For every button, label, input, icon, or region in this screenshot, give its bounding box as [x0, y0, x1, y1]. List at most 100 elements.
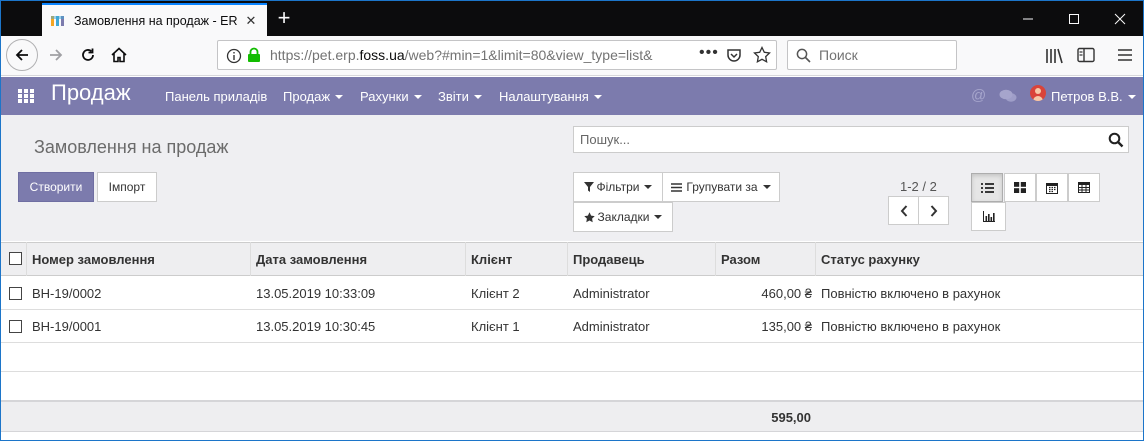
filters-button[interactable]: Фільтри [573, 172, 663, 202]
navigation-bar: https://pet.erp.foss.ua/web?#min=1&limit… [1, 36, 1143, 76]
row-checkbox[interactable] [9, 320, 22, 333]
browser-tab[interactable]: Замовлення на продаж - ERP ✕ [42, 3, 267, 36]
column-header-invoice-status[interactable]: Статус рахунку [821, 252, 920, 267]
menu-invoices-label: Рахунки [360, 89, 409, 104]
cell-order-number: ВН-19/0002 [32, 286, 102, 301]
column-divider [26, 242, 27, 276]
tab-title: Замовлення на продаж - ERP [74, 13, 237, 28]
favorites-button[interactable]: Закладки [573, 202, 673, 232]
column-divider [465, 242, 466, 276]
menu-settings[interactable]: Налаштування [499, 89, 602, 104]
user-menu[interactable]: Петров В.В. [1051, 89, 1136, 104]
kanban-view-icon [1014, 182, 1026, 193]
cell-order-date: 13.05.2019 10:33:09 [256, 286, 376, 301]
cell-total: 460,00 ₴ [761, 286, 812, 301]
import-button[interactable]: Імпорт [97, 172, 157, 202]
pager-previous-button[interactable] [888, 196, 919, 225]
search-input[interactable]: Пошук... [573, 126, 1129, 153]
sum-total: 595,00 [771, 410, 811, 425]
url-text: https://pet.erp.foss.ua/web?#min=1&limit… [270, 47, 653, 63]
library-icon[interactable] [1046, 48, 1064, 64]
column-header-seller[interactable]: Продавець [573, 252, 645, 267]
user-name: Петров В.В. [1051, 89, 1123, 104]
cell-client: Клієнт 2 [471, 286, 520, 301]
column-header-order-date[interactable]: Дата замовлення [256, 252, 367, 267]
new-tab-icon[interactable]: + [271, 5, 297, 31]
column-header-order-number[interactable]: Номер замовлення [32, 252, 155, 267]
cell-invoice-status: Повністю включено в рахунок [821, 319, 1001, 334]
caret-down-icon [654, 215, 663, 219]
apps-grid-icon[interactable] [18, 89, 34, 103]
select-all-checkbox[interactable] [9, 252, 22, 265]
column-divider [250, 242, 251, 276]
tab-strip: Замовлення на продаж - ERP ✕ + [1, 1, 1143, 36]
pocket-icon[interactable] [726, 47, 742, 63]
column-header-client[interactable]: Клієнт [471, 252, 512, 267]
browser-search-input[interactable]: Поиск [787, 40, 957, 70]
caret-down-icon [593, 95, 602, 99]
reload-icon[interactable] [73, 40, 103, 70]
table-grid-icon [1078, 182, 1090, 193]
menu-icon[interactable] [1117, 48, 1133, 62]
table-row[interactable]: ВН-19/0001 13.05.2019 10:30:45 Клієнт 1 … [1, 310, 1143, 343]
app-brand[interactable]: Продаж [51, 80, 131, 106]
app-top-bar: Продаж Панель приладів Продаж Рахунки Зв… [1, 77, 1143, 115]
forward-arrow-icon[interactable] [41, 40, 71, 70]
calendar-view-icon [1046, 182, 1058, 194]
user-avatar[interactable] [1030, 85, 1046, 101]
group-by-button[interactable]: Групувати за [662, 172, 780, 202]
filters-label: Фільтри [596, 180, 640, 194]
odoo-favicon-icon [51, 15, 64, 26]
menu-dashboard[interactable]: Панель приладів [165, 89, 267, 104]
table-row[interactable]: ВН-19/0002 13.05.2019 10:33:09 Клієнт 2 … [1, 277, 1143, 310]
chat-bubbles-icon[interactable] [999, 89, 1017, 103]
graph-view-button[interactable] [971, 202, 1006, 231]
cell-total: 135,00 ₴ [761, 319, 812, 334]
pager-value[interactable]: 1-2 / 2 [900, 179, 937, 194]
close-tab-icon[interactable]: ✕ [243, 13, 259, 29]
row-checkbox[interactable] [9, 287, 22, 300]
filter-icon [583, 182, 594, 192]
favorites-label: Закладки [597, 210, 650, 224]
kanban-view-button[interactable] [1004, 173, 1036, 202]
search-icon [796, 48, 811, 63]
home-icon[interactable] [104, 40, 134, 70]
column-header-total[interactable]: Разом [721, 252, 760, 267]
menu-dashboard-label: Панель приладів [165, 89, 268, 104]
cell-order-number: ВН-19/0001 [32, 319, 102, 334]
star-icon[interactable] [753, 46, 771, 64]
cell-client: Клієнт 1 [471, 319, 520, 334]
cell-invoice-status: Повністю включено в рахунок [821, 286, 1001, 301]
menu-invoices[interactable]: Рахунки [360, 89, 422, 104]
browser-window: Замовлення на продаж - ERP ✕ + https://p… [0, 0, 1144, 441]
url-bar[interactable]: https://pet.erp.foss.ua/web?#min=1&limit… [217, 40, 777, 70]
menu-settings-label: Налаштування [499, 89, 589, 104]
pager-next-button[interactable] [918, 196, 949, 225]
create-button[interactable]: Створити [18, 172, 94, 202]
back-arrow-icon[interactable] [6, 39, 38, 71]
search-icon[interactable] [1108, 132, 1124, 148]
calendar-view-button[interactable] [1036, 173, 1068, 202]
bar-chart-icon [982, 211, 995, 222]
cell-order-date: 13.05.2019 10:30:45 [256, 319, 376, 334]
page-title: Замовлення на продаж [34, 137, 229, 157]
at-sign-icon[interactable]: @ [971, 87, 986, 104]
menu-sales[interactable]: Продаж [283, 89, 344, 104]
info-icon[interactable] [226, 48, 242, 64]
menu-sales-label: Продаж [283, 89, 331, 104]
search-placeholder: Пошук... [580, 132, 631, 147]
menu-reports[interactable]: Звіти [438, 89, 482, 104]
sidebar-icon[interactable] [1077, 47, 1095, 63]
pivot-view-button[interactable] [1068, 173, 1100, 202]
chevron-left-icon [900, 204, 907, 217]
caret-down-icon [473, 95, 482, 99]
caret-down-icon [413, 95, 422, 99]
caret-down-icon [762, 185, 771, 189]
close-window-icon[interactable] [1097, 1, 1143, 36]
minimize-icon[interactable] [1005, 1, 1051, 36]
more-icon[interactable]: ••• [699, 44, 719, 62]
maximize-icon[interactable] [1051, 1, 1097, 36]
list-view-button[interactable] [971, 173, 1003, 202]
table-footer: 595,00 [1, 400, 1143, 432]
star-icon [583, 211, 595, 222]
